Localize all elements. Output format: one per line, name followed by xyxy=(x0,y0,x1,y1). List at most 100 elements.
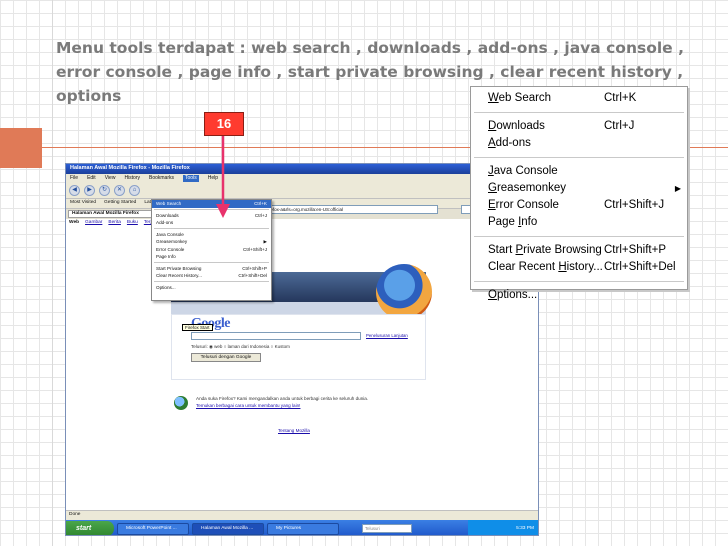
menu-item-label: Options... xyxy=(156,284,176,290)
taskbar-item-halaman-awal-mozilla[interactable]: Halaman Awal Mozilla ... xyxy=(192,522,264,535)
menu-item-label: Start Private Browsing xyxy=(488,244,602,256)
promo-link[interactable]: Temukan berbagai cara untuk membantu yan… xyxy=(196,402,426,409)
menu-item-label: Downloads xyxy=(488,120,545,132)
promo-line: Anda suka Firefox? Kami mengandalkan and… xyxy=(196,396,369,401)
menu-item-greasemonkey[interactable]: Greasemonkey ▶ xyxy=(471,180,687,197)
menu-history[interactable]: History xyxy=(124,175,140,182)
google-nav-buku[interactable]: Buku xyxy=(127,220,138,226)
menu-item-options[interactable]: Options... xyxy=(471,287,687,304)
menu-item-label: Error Console xyxy=(156,246,185,252)
menu-item-options[interactable]: Options... xyxy=(152,284,271,292)
menu-separator xyxy=(474,236,684,237)
menu-tools[interactable]: Tools xyxy=(183,175,199,182)
menu-item-java-console[interactable]: Java Console xyxy=(152,231,271,239)
system-tray-clock: 5:33 PM xyxy=(468,520,538,535)
pointer-arrow xyxy=(216,136,230,218)
menu-item-shortcut: Ctrl+Shift+Del xyxy=(604,261,676,273)
bookmark-most-visited[interactable]: Most Visited xyxy=(70,200,96,207)
tools-dropdown-small: Web Search Ctrl+K Downloads Ctrl+J Add-ons Ja… xyxy=(151,199,272,301)
tab-home[interactable]: Halaman Awal Mozilla Firefox xyxy=(68,210,160,218)
menu-item-label: Page Info xyxy=(156,254,176,259)
menu-bookmarks[interactable]: Bookmarks xyxy=(149,175,174,182)
menu-item-label: Add-ons xyxy=(156,220,174,225)
menu-item-label: Downloads xyxy=(156,212,179,218)
menu-item-shortcut: Ctrl+Shift+P xyxy=(604,244,666,256)
menu-item-label: Web Search xyxy=(156,201,182,206)
menu-item-shortcut: Ctrl+J xyxy=(254,212,267,218)
windows-taskbar: start Microsoft PowerPoint ... Halaman Aw… xyxy=(66,520,538,535)
menu-item-page-info[interactable]: Page Info xyxy=(152,253,271,261)
reload-icon[interactable]: ↻ xyxy=(99,185,110,196)
menu-item-start-private-browsing[interactable]: Start Private Browsing Ctrl+Shift+P xyxy=(152,265,271,273)
status-bar: Done xyxy=(66,510,538,520)
menu-item-clear-recent-history[interactable]: Clear Recent History... Ctrl+Shift+Del xyxy=(471,259,687,276)
google-search-button[interactable]: Telusuri dengan Google xyxy=(191,353,261,362)
menu-item-label: Options... xyxy=(488,289,538,301)
google-nav-gambar[interactable]: Gambar xyxy=(85,220,102,226)
menu-item-web-search[interactable]: Web Search Ctrl+K xyxy=(471,90,687,107)
menu-item-error-console[interactable]: Error Console Ctrl+Shift+J xyxy=(471,197,687,214)
menu-item-add-ons[interactable]: Add-ons xyxy=(471,135,687,152)
home-icon[interactable]: ⌂ xyxy=(129,185,140,196)
google-search-input[interactable] xyxy=(191,332,361,340)
menu-item-java-console[interactable]: Java Console xyxy=(471,163,687,180)
taskbar-item-microsoft-powerpoint[interactable]: Microsoft PowerPoint ... xyxy=(117,522,189,535)
menu-item-label: Start Private Browsing xyxy=(156,265,202,271)
google-nav: WebGambarBeritaBukuTerjemahan xyxy=(66,219,538,227)
menu-item-label: Greasemonkey xyxy=(488,182,566,194)
menu-item-downloads[interactable]: Downloads Ctrl+J xyxy=(471,118,687,135)
menu-item-page-info[interactable]: Page Info xyxy=(471,214,687,231)
menu-item-web-search[interactable]: Web Search Ctrl+K xyxy=(152,200,271,208)
menu-item-shortcut: Ctrl+Shift+J xyxy=(604,199,665,211)
menu-item-shortcut: Ctrl+K xyxy=(254,201,267,206)
navigation-toolbar: ◀ ▶ ↻ ✕ ⌂ xyxy=(66,183,538,199)
menu-item-label: Add-ons xyxy=(488,137,531,149)
promo-text: Anda suka Firefox? Kami mengandalkan and… xyxy=(196,395,426,409)
step-badge: 16 xyxy=(204,112,244,136)
browser-screenshot: Halaman Awal Mozilla Firefox - Mozilla F… xyxy=(65,163,539,536)
advanced-search-link[interactable]: Penelusuran Lanjutan xyxy=(366,333,408,338)
submenu-arrow-icon: ▶ xyxy=(674,184,681,193)
menu-item-label: Clear Recent History... xyxy=(488,261,603,273)
back-icon[interactable]: ◀ xyxy=(69,185,80,196)
menu-item-clear-recent-history[interactable]: Clear Recent History... Ctrl+Shift+Del xyxy=(152,272,271,280)
menu-separator xyxy=(474,157,684,158)
menu-separator xyxy=(154,228,269,229)
menu-item-label: Java Console xyxy=(488,165,558,177)
slide-margin-line xyxy=(52,0,53,546)
menu-item-shortcut: Ctrl+K xyxy=(604,92,637,104)
google-nav-berita[interactable]: Berita xyxy=(108,220,121,226)
start-button[interactable]: start xyxy=(66,521,114,535)
stop-icon[interactable]: ✕ xyxy=(114,185,125,196)
taskbar-item-my-pictures[interactable]: My Pictures xyxy=(267,522,339,535)
menu-item-shortcut: Ctrl+J xyxy=(604,120,635,132)
menu-item-label: Java Console xyxy=(156,231,184,237)
menu-file[interactable]: File xyxy=(70,175,78,182)
menu-item-shortcut: Ctrl+Shift+J xyxy=(243,246,267,252)
menu-separator xyxy=(154,281,269,282)
tooltip: Firefox Start xyxy=(182,324,213,331)
menu-item-label: Page Info xyxy=(488,216,538,228)
taskbar-search-field[interactable]: Telusuri xyxy=(362,524,412,533)
about-mozilla-link[interactable]: Tentang Mozilla xyxy=(278,428,310,433)
globe-icon xyxy=(174,396,188,410)
url-bar[interactable]: ...t=firefox-a&rls=org.mozilla:en-US:off… xyxy=(256,205,438,214)
menu-view[interactable]: View xyxy=(105,175,116,182)
menu-item-greasemonkey[interactable]: Greasemonkey ▶ xyxy=(152,238,271,246)
bookmark-getting-started[interactable]: Getting Started xyxy=(104,200,136,207)
menu-item-shortcut: ▶ xyxy=(263,239,267,244)
menu-item-start-private-browsing[interactable]: Start Private Browsing Ctrl+Shift+P xyxy=(471,242,687,259)
menu-item-add-ons[interactable]: Add-ons xyxy=(152,219,271,227)
search-scope-radios[interactable]: Telusuri: ◉ web ○ laman dari Indonesia ○… xyxy=(191,344,290,350)
menu-item-downloads[interactable]: Downloads Ctrl+J xyxy=(152,212,271,220)
menu-item-label: Clear Recent History... xyxy=(156,273,202,278)
accent-bar xyxy=(0,128,42,168)
forward-icon[interactable]: ▶ xyxy=(84,185,95,196)
window-title: Halaman Awal Mozilla Firefox - Mozilla F… xyxy=(66,164,538,174)
menu-item-label: Error Console xyxy=(488,199,559,211)
menu-separator xyxy=(474,281,684,282)
google-nav-web[interactable]: Web xyxy=(69,220,79,226)
menu-item-error-console[interactable]: Error Console Ctrl+Shift+J xyxy=(152,246,271,254)
menu-edit[interactable]: Edit xyxy=(87,175,96,182)
menu-separator xyxy=(474,112,684,113)
